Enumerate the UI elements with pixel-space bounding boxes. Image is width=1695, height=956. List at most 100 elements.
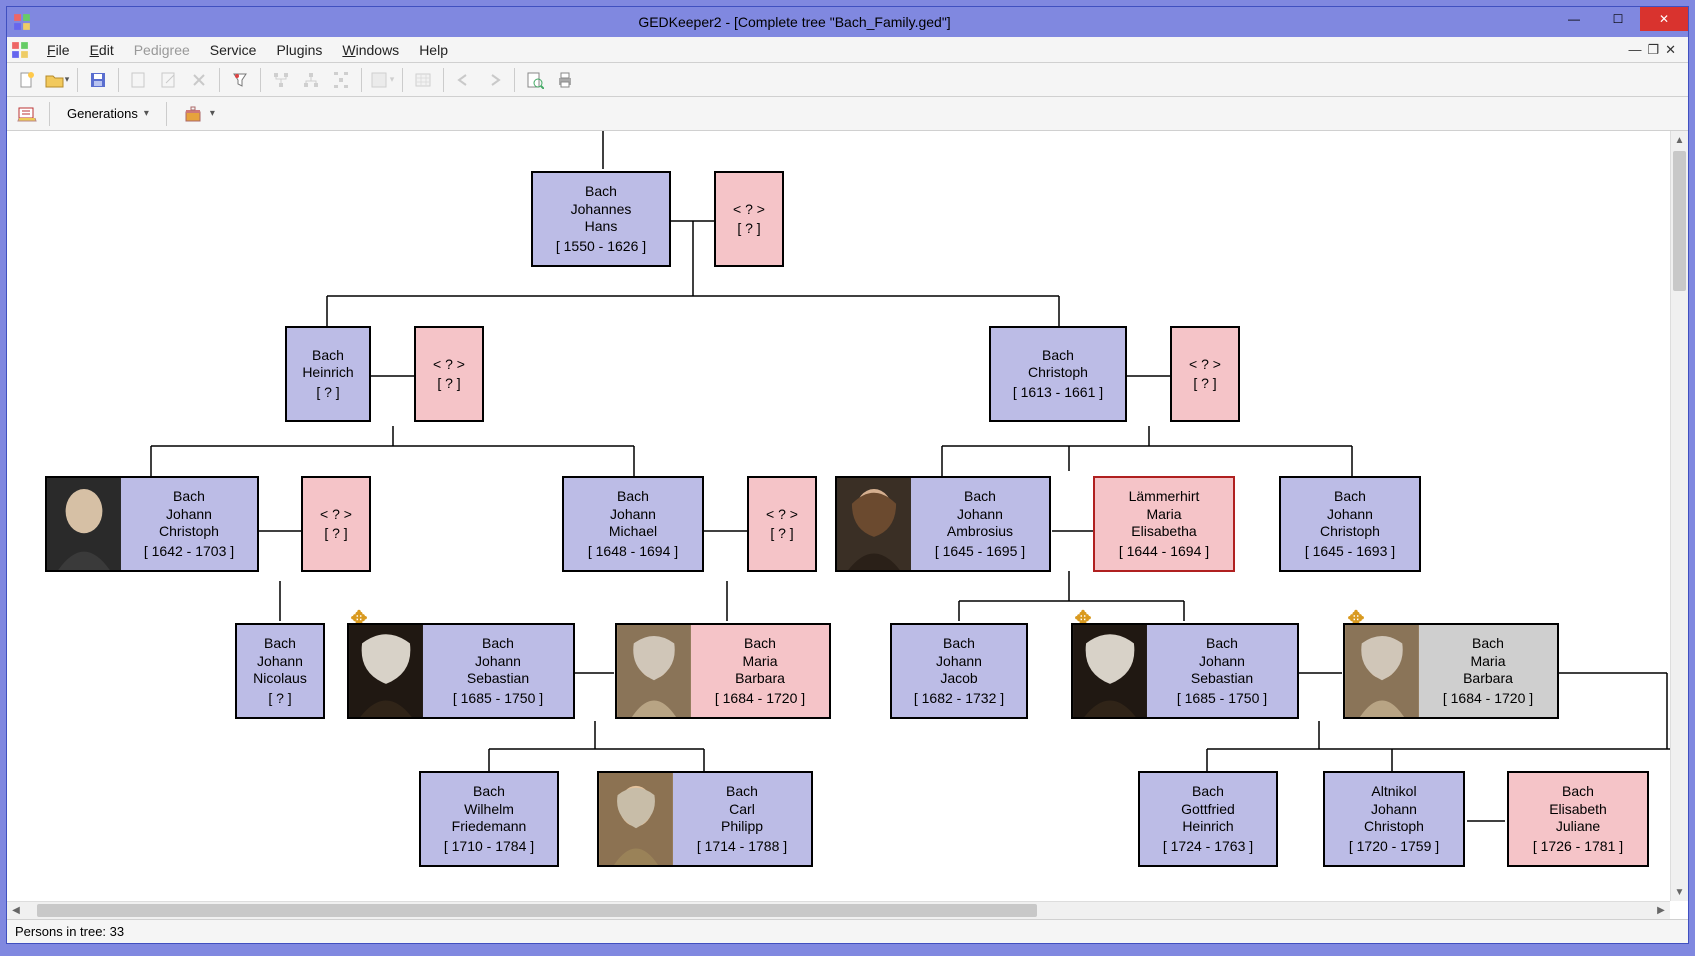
pedigree-button[interactable]: ▾	[368, 66, 396, 94]
person-gottfried[interactable]: Bach Gottfried Heinrich [ 1724 - 1763 ]	[1138, 771, 1278, 867]
stats-button[interactable]	[409, 66, 437, 94]
menu-plugins[interactable]: Plugins	[266, 38, 332, 62]
record-edit-button[interactable]	[155, 66, 183, 94]
given-name: Johann	[1199, 653, 1245, 671]
menu-edit[interactable]: Edit	[80, 38, 124, 62]
close-button[interactable]: ✕	[1640, 7, 1688, 31]
person-lammerhirt[interactable]: Lämmerhirt Maria Elisabetha [ 1644 - 169…	[1093, 476, 1235, 572]
given-name: Barbara	[735, 670, 785, 688]
person-mbarbara1[interactable]: Bach Maria Barbara [ 1684 - 1720 ]	[615, 623, 831, 719]
given-name: Johann	[610, 506, 656, 524]
record-add-button[interactable]	[125, 66, 153, 94]
given-name: Johann	[1327, 506, 1373, 524]
scroll-up-icon[interactable]: ▲	[1671, 131, 1688, 149]
given-name: Christoph	[1364, 818, 1424, 836]
dates: [ ? ]	[316, 384, 339, 402]
given-name: Nicolaus	[253, 670, 307, 688]
dates: [ 1710 - 1784 ]	[444, 838, 534, 856]
mdi-close-icon[interactable]: ✕	[1665, 42, 1676, 58]
mdi-controls: — ❐ ✕	[1628, 42, 1684, 58]
person-christoph1[interactable]: Bach Christoph [ 1613 - 1661 ]	[989, 326, 1127, 422]
scroll-right-icon[interactable]: ▶	[1652, 902, 1670, 919]
dates: [ 1550 - 1626 ]	[556, 238, 646, 256]
person-cphilipp[interactable]: Bach Carl Philipp [ 1714 - 1788 ]	[597, 771, 813, 867]
surname: Bach	[1206, 635, 1238, 653]
record-delete-button[interactable]	[185, 66, 213, 94]
surname: Bach	[312, 347, 344, 365]
print-button[interactable]	[551, 66, 579, 94]
menu-file[interactable]: File	[37, 38, 80, 62]
toolbar-separator	[443, 68, 444, 92]
window-controls: — ☐ ✕	[1552, 7, 1688, 37]
nav-forward-button[interactable]	[480, 66, 508, 94]
surname: Bach	[744, 635, 776, 653]
dates: [ ? ]	[437, 375, 460, 393]
portrait	[837, 478, 911, 570]
person-jchristoph1-spouse[interactable]: < ? > [ ? ]	[301, 476, 371, 572]
given-name: Carl	[729, 801, 755, 819]
given-name: Philipp	[721, 818, 763, 836]
scroll-left-icon[interactable]: ◀	[7, 902, 25, 919]
person-jambrosius[interactable]: Bach Johann Ambrosius [ 1645 - 1695 ]	[835, 476, 1051, 572]
vertical-scrollbar[interactable]: ▲ ▼	[1670, 131, 1688, 901]
surname: Bach	[585, 183, 617, 201]
tree-descendants-button[interactable]	[297, 66, 325, 94]
portrait	[47, 478, 121, 570]
given-name: Christoph	[1320, 523, 1380, 541]
person-heinrich-spouse[interactable]: < ? > [ ? ]	[414, 326, 484, 422]
mdi-minimize-icon[interactable]: —	[1628, 42, 1641, 58]
given-name: Gottfried	[1181, 801, 1235, 819]
tree-both-button[interactable]	[327, 66, 355, 94]
minimize-button[interactable]: —	[1552, 7, 1596, 31]
person-elizjuliane[interactable]: Bach Elisabeth Juliane [ 1726 - 1781 ]	[1507, 771, 1649, 867]
person-jsb1[interactable]: Bach Johann Sebastian [ 1685 - 1750 ]	[347, 623, 575, 719]
surname: Altnikol	[1371, 783, 1416, 801]
generations-dropdown[interactable]: Generations	[58, 101, 158, 127]
dates: [ ? ]	[770, 525, 793, 543]
person-jmichael[interactable]: Bach Johann Michael [ 1648 - 1694 ]	[562, 476, 704, 572]
person-heinrich[interactable]: Bach Heinrich [ ? ]	[285, 326, 371, 422]
given-name: Heinrich	[302, 364, 353, 382]
nav-back-button[interactable]	[450, 66, 478, 94]
person-jsb2[interactable]: Bach Johann Sebastian [ 1685 - 1750 ]	[1071, 623, 1299, 719]
tree-canvas[interactable]: Bach Johannes Hans [ 1550 - 1626 ] < ? >…	[7, 131, 1670, 901]
menu-windows[interactable]: Windows	[332, 38, 409, 62]
save-button[interactable]	[84, 66, 112, 94]
person-johannes-spouse[interactable]: < ? > [ ? ]	[714, 171, 784, 267]
tree-config-button[interactable]	[13, 100, 41, 128]
person-jjacob[interactable]: Bach Johann Jacob [ 1682 - 1732 ]	[890, 623, 1028, 719]
given-name: Sebastian	[1191, 670, 1253, 688]
menu-service[interactable]: Service	[200, 38, 267, 62]
given-name: Elisabeth	[1549, 801, 1607, 819]
dates: [ 1645 - 1695 ]	[935, 543, 1025, 561]
tree-tools-dropdown[interactable]	[175, 101, 224, 127]
given-name: Maria	[1146, 506, 1181, 524]
person-wfriedemann[interactable]: Bach Wilhelm Friedemann [ 1710 - 1784 ]	[419, 771, 559, 867]
scroll-down-icon[interactable]: ▼	[1671, 883, 1688, 901]
new-file-button[interactable]	[13, 66, 41, 94]
given-name: Johann	[475, 653, 521, 671]
unknown-label: < ? >	[733, 201, 765, 219]
person-jchristoph2[interactable]: Bach Johann Christoph [ 1645 - 1693 ]	[1279, 476, 1421, 572]
maximize-button[interactable]: ☐	[1596, 7, 1640, 31]
person-altnikol[interactable]: Altnikol Johann Christoph [ 1720 - 1759 …	[1323, 771, 1465, 867]
person-mbarbara2[interactable]: Bach Maria Barbara [ 1684 - 1720 ]	[1343, 623, 1559, 719]
person-jchristoph1[interactable]: Bach Johann Christoph [ 1642 - 1703 ]	[45, 476, 259, 572]
horizontal-scrollbar[interactable]: ◀ ▶	[7, 901, 1670, 919]
menu-help[interactable]: Help	[409, 38, 458, 62]
tree-ancestors-button[interactable]	[267, 66, 295, 94]
dates: [ 1648 - 1694 ]	[588, 543, 678, 561]
person-jmichael-spouse[interactable]: < ? > [ ? ]	[747, 476, 817, 572]
toolbar-separator	[514, 68, 515, 92]
given-name: Friedemann	[452, 818, 527, 836]
open-file-button[interactable]: ▾	[43, 66, 71, 94]
person-nicolaus[interactable]: Bach Johann Nicolaus [ ? ]	[235, 623, 325, 719]
dates: [ ? ]	[268, 690, 291, 708]
filter-button[interactable]	[226, 66, 254, 94]
preview-button[interactable]	[521, 66, 549, 94]
scroll-thumb[interactable]	[1673, 151, 1686, 291]
person-johannes[interactable]: Bach Johannes Hans [ 1550 - 1626 ]	[531, 171, 671, 267]
mdi-restore-icon[interactable]: ❐	[1647, 42, 1659, 58]
person-christoph1-spouse[interactable]: < ? > [ ? ]	[1170, 326, 1240, 422]
scroll-thumb[interactable]	[37, 904, 1037, 917]
